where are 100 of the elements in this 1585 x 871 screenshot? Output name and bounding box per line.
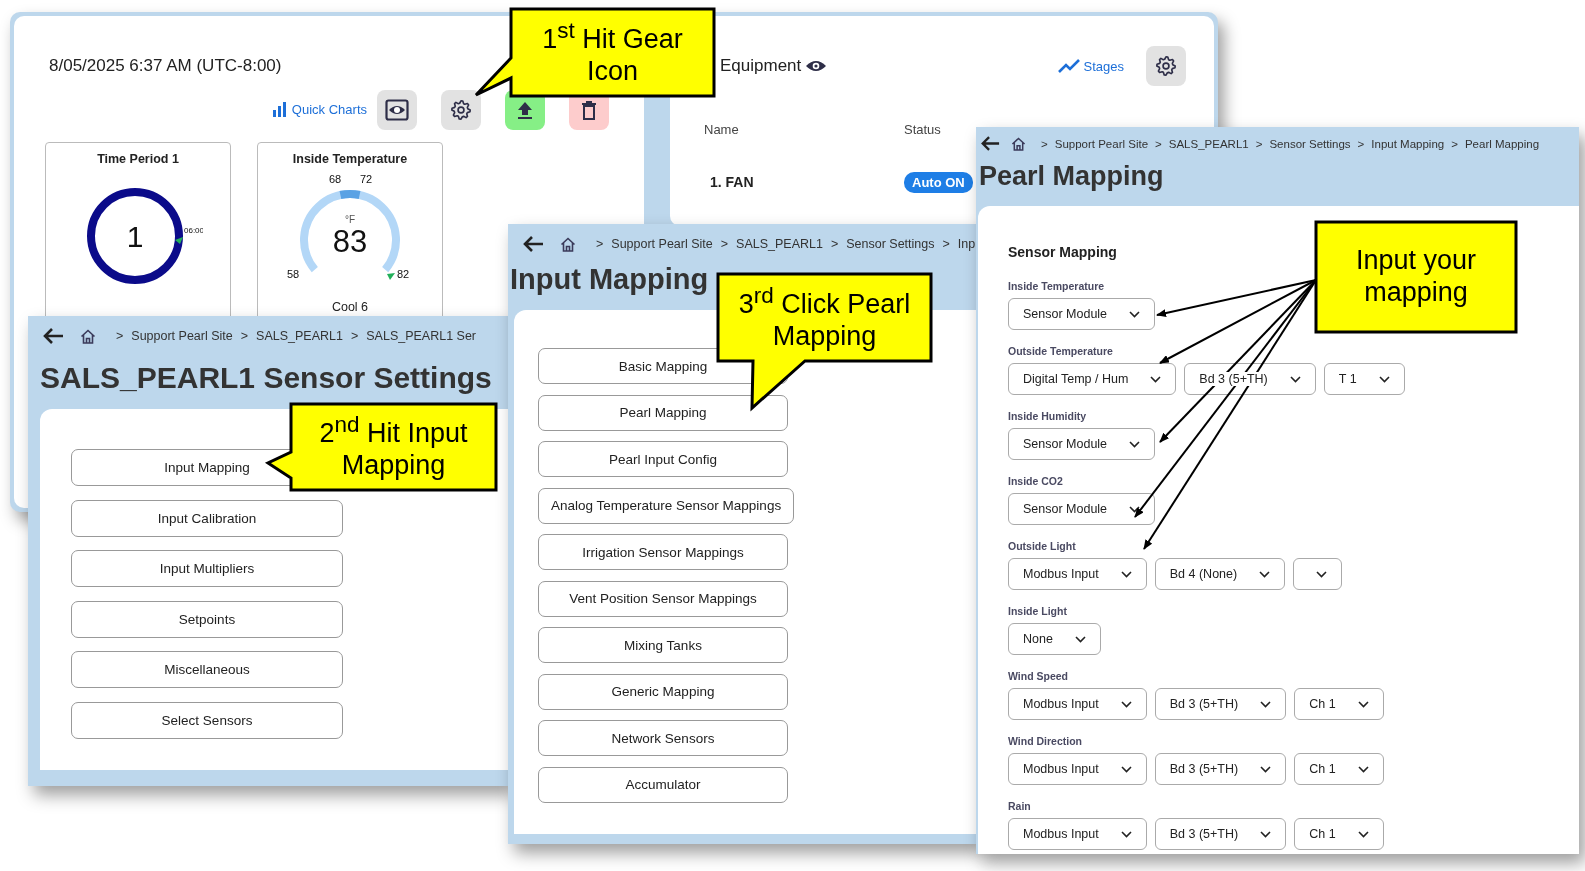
chevron-icon [1120, 570, 1132, 578]
menu-button[interactable]: Vent Position Sensor Mappings [538, 580, 788, 617]
breadcrumb-separator: > [1255, 137, 1263, 150]
chevron-icon [1357, 765, 1369, 773]
chevron-icon [1357, 830, 1369, 838]
dropdown[interactable]: Ch 1 [1294, 753, 1384, 785]
trash-icon [581, 100, 597, 120]
dropdown[interactable]: Modbus Input [1008, 753, 1147, 785]
bar-chart-icon [271, 101, 288, 117]
gauge-value: 83 [332, 224, 368, 259]
stages-link[interactable]: Stages [1057, 58, 1124, 74]
quick-charts-link[interactable]: Quick Charts [271, 101, 367, 117]
breadcrumb-separator: > [720, 237, 729, 251]
home-icon[interactable] [560, 236, 576, 252]
breadcrumb-separator: > [1155, 137, 1162, 150]
field-label: Outside Light [1008, 540, 1077, 552]
breadcrumb-separator: > [1041, 137, 1048, 150]
marker-icon [175, 237, 183, 244]
dropdown[interactable]: Bd 3 (5+TH) [1154, 818, 1287, 850]
chevron-icon [1129, 440, 1141, 448]
breadcrumb-link[interactable]: SALS_PEARL1 [1168, 137, 1249, 150]
dropdown[interactable]: Bd 3 (5+TH) [1154, 753, 1287, 785]
chevron-icon [1289, 375, 1301, 383]
breadcrumb-link[interactable]: Support Pearl Site [131, 329, 233, 343]
dropdown[interactable]: Digital Temp / Hum [1008, 363, 1177, 395]
chevron-icon [1129, 310, 1141, 318]
card-footer: Cool 6 [331, 300, 369, 314]
unit-label: °F [344, 214, 356, 225]
menu-button[interactable]: Irrigation Sensor Mappings [538, 534, 788, 570]
dropdown[interactable]: Bd 4 (None) [1154, 558, 1286, 590]
breadcrumb-link[interactable]: SALS_PEARL1 Ser [366, 329, 477, 343]
trend-line-icon [1057, 59, 1080, 73]
menu-button[interactable]: Select Sensors [71, 701, 343, 739]
dropdown[interactable]: Bd 3 (5+TH) [1184, 363, 1316, 395]
dropdown[interactable]: Modbus Input [1008, 688, 1147, 720]
home-icon[interactable] [1011, 136, 1026, 151]
menu-button[interactable]: Pearl Mapping [538, 394, 788, 431]
chevron-icon [1357, 700, 1369, 708]
menu-button[interactable]: Input Multipliers [71, 550, 343, 587]
chevron-icon [1259, 570, 1271, 578]
menu-button[interactable]: Accumulator [538, 766, 788, 803]
dropdown[interactable]: Sensor Module [1008, 298, 1156, 330]
dropdown[interactable]: Sensor Module [1008, 493, 1156, 525]
settings-button[interactable] [1146, 46, 1186, 86]
chevron-icon [1120, 830, 1132, 838]
chevron-icon [1260, 830, 1272, 838]
menu-button[interactable]: Network Sensors [538, 720, 788, 756]
menu-button[interactable]: Generic Mapping [538, 673, 788, 710]
chevron-icon [1120, 700, 1132, 708]
breadcrumb-link[interactable]: Inp [957, 237, 976, 251]
dropdown[interactable]: T 1 [1323, 363, 1405, 395]
breadcrumb-link[interactable]: SALS_PEARL1 [736, 237, 823, 251]
breadcrumb-link[interactable]: Sensor Settings [1269, 137, 1351, 150]
breadcrumb-link[interactable]: Support Pearl Site [1054, 137, 1149, 150]
range-label: 72 [359, 173, 373, 185]
eye-icon[interactable] [805, 59, 828, 73]
field-label: Inside CO2 [1008, 475, 1064, 487]
breadcrumb-separator: > [830, 237, 839, 251]
callout-tooltip: 2$^{nd}$ Hit Input Mapping [266, 402, 498, 492]
chevron-icon [1120, 765, 1132, 773]
menu-button[interactable]: Mixing Tanks [538, 627, 788, 663]
menu-button[interactable]: Miscellaneous [71, 651, 343, 688]
menu-button[interactable]: Analog Temperature Sensor Mappings [538, 487, 795, 524]
back-arrow-icon[interactable] [980, 135, 1000, 152]
equipment-name: 1. FAN [709, 174, 755, 190]
gauge-value: 1 [126, 220, 144, 253]
breadcrumb-link[interactable]: Pearl Mapping [1464, 137, 1540, 150]
back-arrow-icon[interactable] [42, 327, 64, 345]
menu-button[interactable]: Pearl Input Config [538, 441, 788, 477]
dropdown[interactable]: Modbus Input [1008, 818, 1147, 850]
field-label: Inside Humidity [1008, 410, 1088, 422]
dropdown[interactable]: Ch 1 [1294, 688, 1384, 720]
breadcrumb-separator: > [350, 329, 359, 343]
dropdown[interactable]: Modbus Input [1008, 558, 1147, 590]
menu-button[interactable]: Input Calibration [71, 499, 343, 537]
dropdown[interactable]: Sensor Module [1008, 428, 1156, 460]
chevron-icon [1150, 375, 1162, 383]
dropdown[interactable]: Ch 1 [1294, 818, 1384, 850]
dropdown[interactable]: Bd 3 (5+TH) [1154, 688, 1287, 720]
panel-title: Equipment [720, 56, 802, 76]
settings-button[interactable] [441, 90, 481, 130]
page-title: SALS_PEARL1 Sensor Settings [40, 361, 492, 395]
settings-icon [450, 99, 472, 121]
breadcrumb-link[interactable]: Support Pearl Site [611, 237, 713, 251]
callout-tooltip: 3$^{rd}$ Click Pearl Mapping [716, 272, 933, 410]
field-label: Wind Direction [1008, 735, 1083, 747]
section-title: Sensor Mapping [1008, 244, 1118, 260]
home-icon[interactable] [80, 328, 96, 344]
back-arrow-icon[interactable] [522, 235, 544, 253]
field-label: Wind Speed [1008, 670, 1069, 682]
breadcrumb-link[interactable]: SALS_PEARL1 [256, 329, 343, 343]
view-button[interactable] [377, 90, 417, 130]
menu-button[interactable]: Setpoints [71, 600, 343, 638]
card-title: Time Period 1 [97, 152, 179, 166]
upload-icon [516, 100, 534, 120]
dropdown[interactable]: None [1008, 623, 1101, 655]
breadcrumb-separator: > [116, 329, 124, 343]
breadcrumb-link[interactable]: Input Mapping [1371, 137, 1445, 150]
breadcrumb-link[interactable]: Sensor Settings [846, 237, 935, 251]
field-label: Inside Light [1008, 605, 1068, 617]
